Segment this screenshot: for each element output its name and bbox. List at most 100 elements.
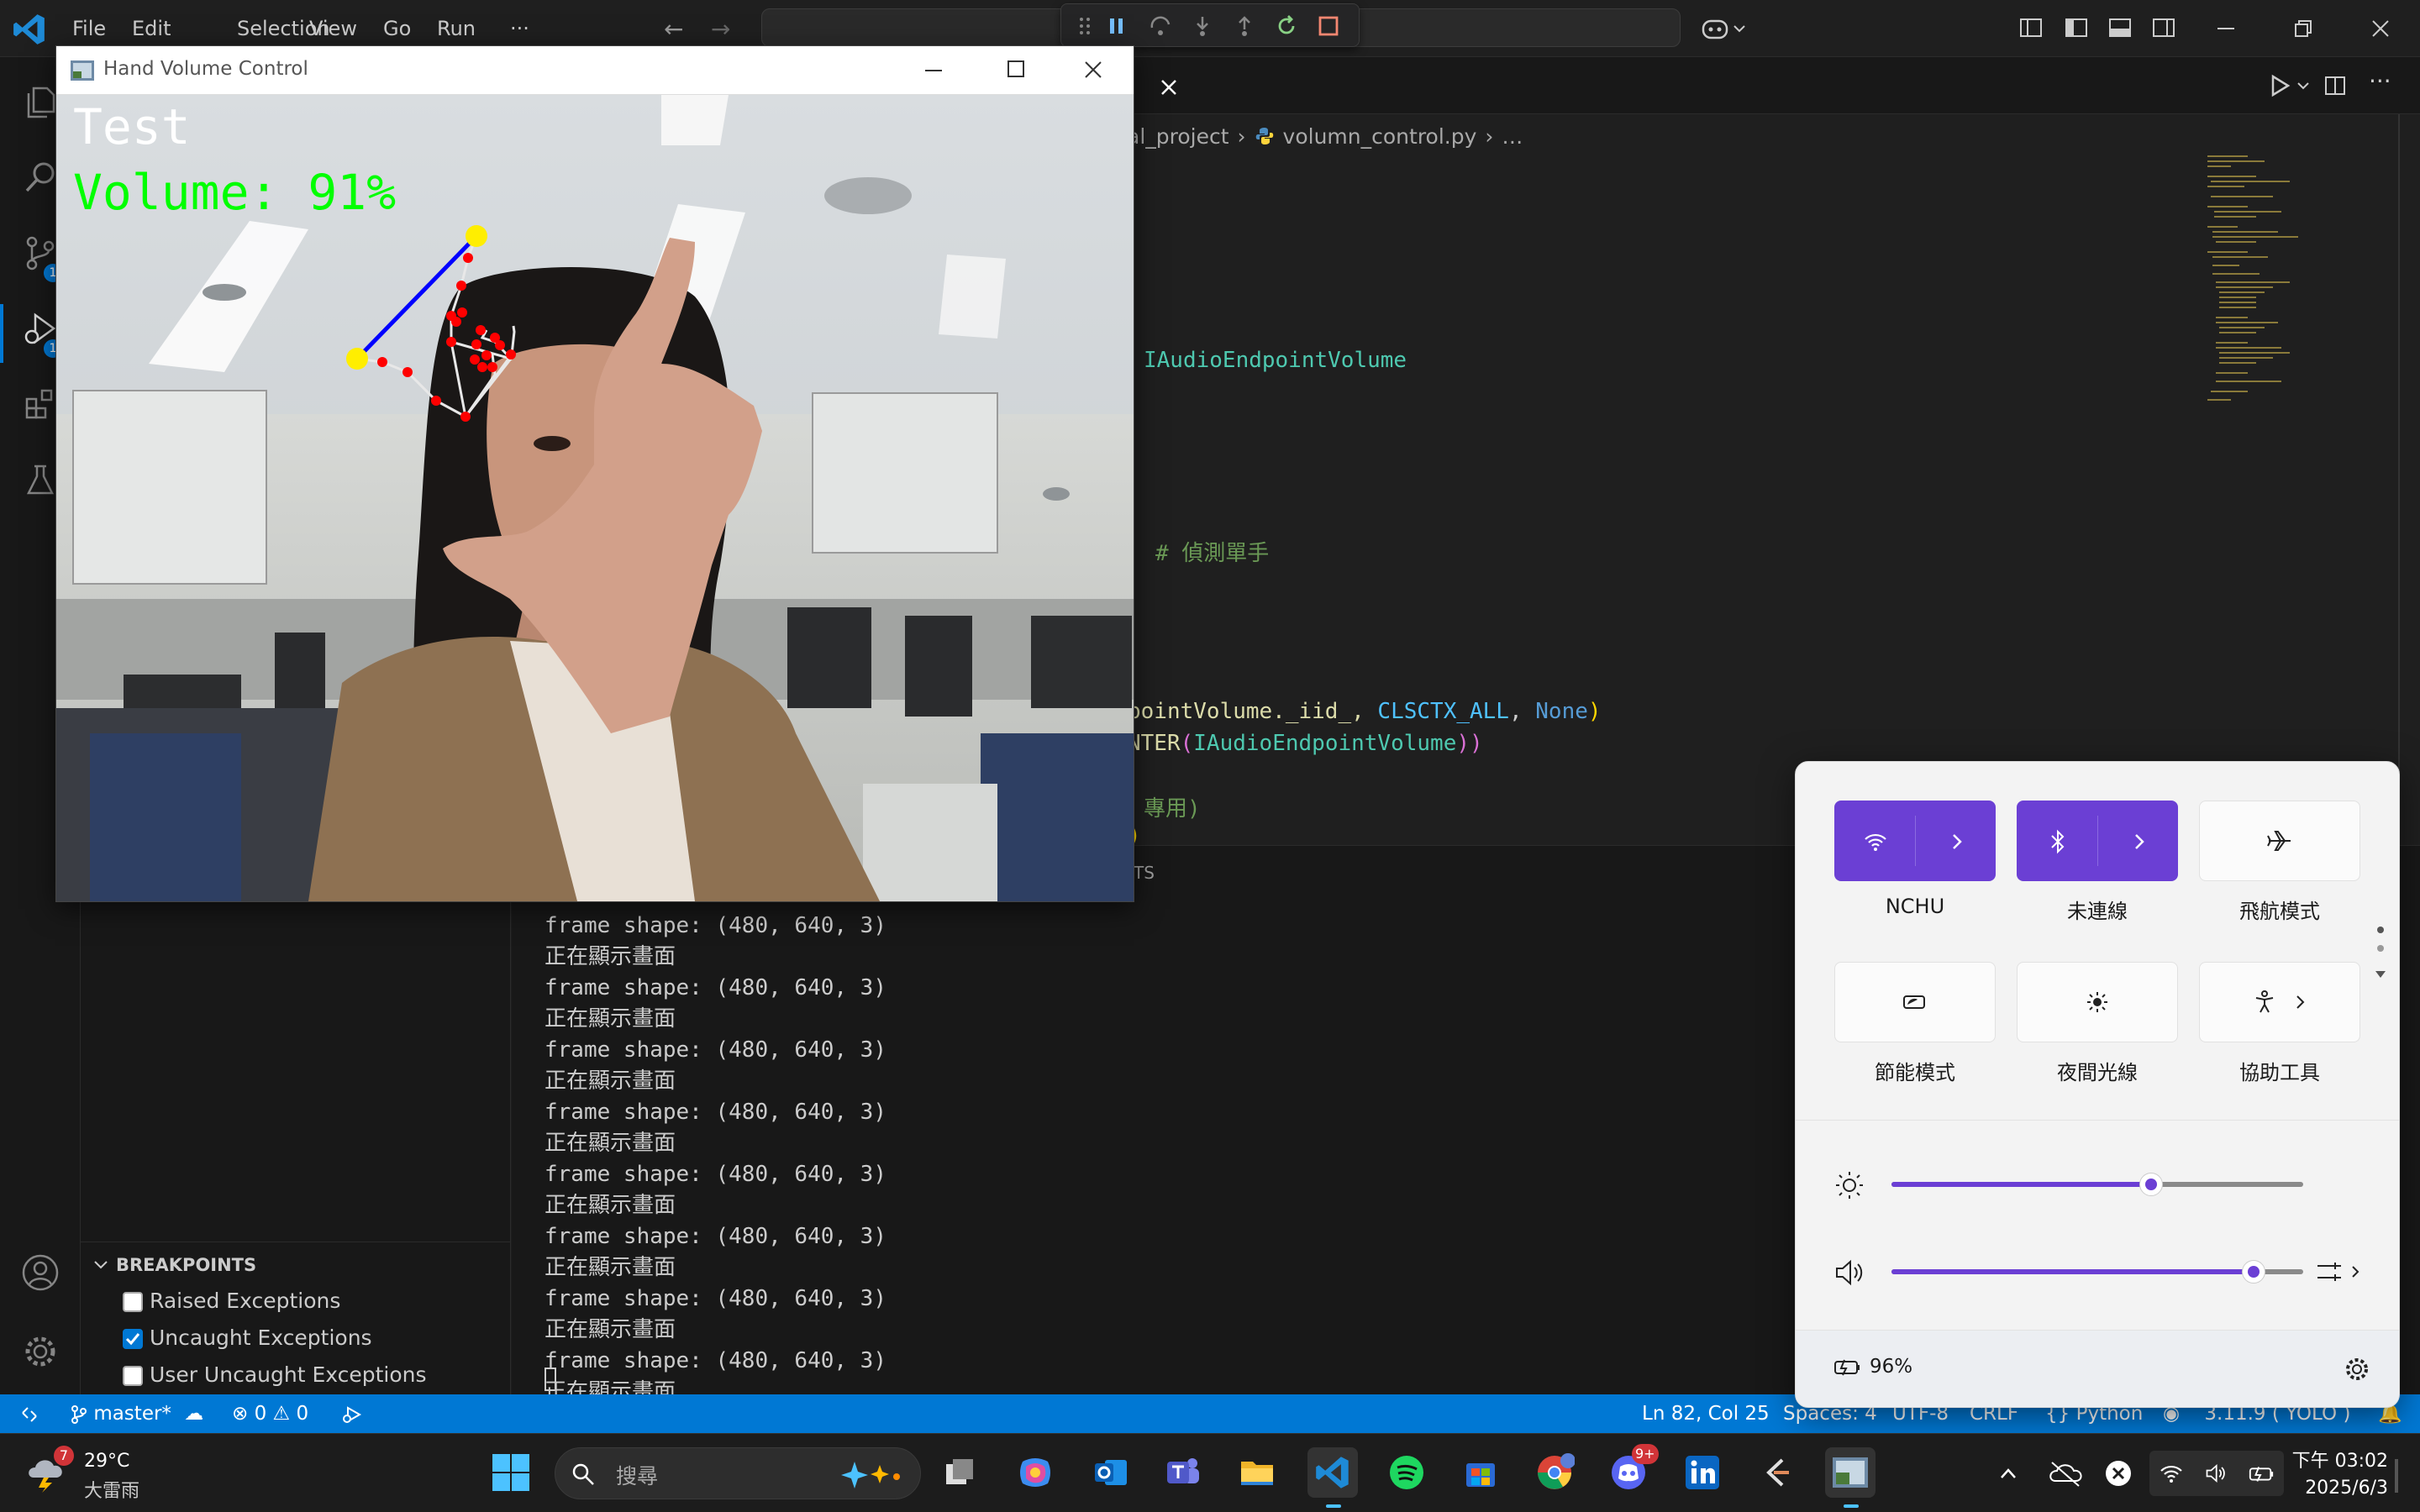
clock[interactable]: 下午 03:02 2025/6/3 <box>2291 1446 2388 1499</box>
step-over-icon[interactable] <box>1145 11 1176 41</box>
window-close-icon[interactable] <box>1083 60 1103 80</box>
back-arrow-icon[interactable]: ← <box>664 15 683 43</box>
airplane-mode-tile[interactable] <box>2199 801 2360 881</box>
tray-speaker-icon <box>2206 1463 2225 1483</box>
page-down-icon[interactable] <box>2374 969 2387 980</box>
page-dot[interactable] <box>2377 927 2384 933</box>
battery-status[interactable]: 96% <box>1833 1356 1912 1378</box>
start-button[interactable] <box>486 1447 536 1498</box>
accessibility-icon <box>2255 990 2274 1013</box>
code-token: CLSCTX_ALL <box>1377 699 1509 724</box>
drag-handle-icon[interactable] <box>1070 11 1100 41</box>
restart-icon[interactable] <box>1271 11 1302 41</box>
linkedin-icon[interactable] <box>1677 1447 1728 1498</box>
stop-icon[interactable] <box>1313 11 1344 41</box>
more-actions-icon[interactable]: ··· <box>2369 67 2391 95</box>
settings-gear-icon[interactable] <box>2344 1356 2370 1383</box>
code-token: )) <box>1456 731 1483 756</box>
wifi-tile[interactable] <box>1834 801 1996 881</box>
tab-close-icon[interactable] <box>1159 77 1179 97</box>
step-into-icon[interactable] <box>1187 11 1218 41</box>
copilot-app-icon[interactable] <box>1010 1447 1060 1498</box>
split-editor-icon[interactable] <box>2323 74 2347 97</box>
outlook-icon[interactable] <box>1086 1447 1136 1498</box>
toggle-primary-sidebar-icon[interactable] <box>2064 15 2089 44</box>
uncaught-exceptions-label: Uncaught Exceptions <box>150 1326 372 1350</box>
volume-slider-thumb[interactable] <box>2242 1260 2266 1284</box>
brightness-slider[interactable] <box>1891 1173 2303 1196</box>
volume-slider[interactable] <box>1891 1260 2303 1284</box>
scrollbar[interactable] <box>2398 114 2400 845</box>
minimap[interactable] <box>2197 148 2307 450</box>
breakpoints-header[interactable]: BREAKPOINTS <box>92 1250 496 1280</box>
window-maximize-icon[interactable] <box>1007 60 1024 77</box>
page-dot[interactable] <box>2377 945 2384 952</box>
sync-icon[interactable]: ☁ <box>184 1403 203 1425</box>
toggle-panel-icon[interactable] <box>2107 15 2133 44</box>
night-light-tile[interactable] <box>2017 962 2178 1042</box>
chrome-icon[interactable] <box>1529 1447 1580 1498</box>
raised-exceptions-checkbox[interactable] <box>123 1292 143 1312</box>
spotify-icon[interactable] <box>1381 1447 1432 1498</box>
terminal-line: 正在顯示畫面 <box>544 1255 676 1280</box>
taskbar-search[interactable]: 搜尋 <box>555 1447 921 1499</box>
battery-saver-tile[interactable] <box>1834 962 1996 1042</box>
accessibility-tile[interactable] <box>2199 962 2360 1042</box>
uncaught-exceptions-checkbox[interactable] <box>123 1329 143 1349</box>
terminal-output[interactable]: frame shape: (480, 640, 3) 正在顯示畫面 frame sh… <box>544 911 1805 1408</box>
onedrive-off-icon[interactable] <box>2049 1459 2082 1488</box>
cursor-position[interactable]: Ln 82, Col 25 <box>1630 1394 1781 1433</box>
show-hidden-icons-chevron-up-icon[interactable] <box>2000 1467 2017 1479</box>
code-token: pointVolume._iid_, <box>1128 699 1378 724</box>
windows-logo-icon <box>492 1454 529 1491</box>
terminal-line: frame shape: (480, 640, 3) <box>544 975 886 1000</box>
audio-output-button[interactable] <box>2315 1257 2360 1286</box>
error-count: 0 <box>254 1403 267 1425</box>
problems-indicator[interactable]: ⊗ 0 ⚠ 0 <box>220 1394 320 1433</box>
minimize-icon[interactable] <box>2188 0 2264 57</box>
task-view-icon[interactable] <box>934 1447 985 1498</box>
volume-percent-text: Volume: 91% <box>73 164 397 221</box>
restore-icon[interactable] <box>2265 0 2341 57</box>
brightness-slider-thumb[interactable] <box>2139 1173 2163 1196</box>
accessibility-chevron-right-icon <box>2296 995 2305 1009</box>
pause-icon[interactable] <box>1102 11 1132 41</box>
show-desktop[interactable] <box>2395 1459 2398 1493</box>
branch-indicator[interactable]: master* ☁ <box>59 1394 215 1433</box>
store-icon[interactable] <box>1455 1447 1506 1498</box>
breadcrumb-folder[interactable]: al_project <box>1127 124 1229 149</box>
user-uncaught-exceptions-checkbox[interactable] <box>123 1366 143 1386</box>
quick-settings-button[interactable] <box>2149 1451 2284 1496</box>
wifi-chevron-right-icon[interactable] <box>1949 832 1965 851</box>
accounts-icon[interactable] <box>0 1235 81 1310</box>
run-dropdown-chevron-icon[interactable] <box>2296 81 2310 91</box>
close-icon[interactable] <box>2343 0 2418 57</box>
customize-layout-icon[interactable] <box>2018 15 2044 44</box>
vscode-taskbar-icon[interactable] <box>1307 1447 1358 1498</box>
forward-arrow-icon[interactable]: → <box>711 15 730 43</box>
toggle-secondary-sidebar-icon[interactable] <box>2151 15 2176 44</box>
window-minimize-icon[interactable] <box>925 70 942 71</box>
audio-mixer-icon <box>2317 1263 2341 1281</box>
panel-tab-fragment[interactable]: TS <box>1134 863 1155 883</box>
code-token: None <box>1535 699 1588 724</box>
bluetooth-tile[interactable] <box>2017 801 2178 881</box>
breadcrumb-more[interactable]: … <box>1502 124 1523 149</box>
security-x-icon[interactable] <box>2104 1459 2133 1488</box>
python-window-icon[interactable] <box>1825 1447 1876 1498</box>
weather-widget[interactable]: 7 29°C 大雷雨 <box>25 1446 185 1502</box>
debug-launch-icon[interactable] <box>329 1394 375 1433</box>
claude-icon[interactable] <box>1751 1447 1802 1498</box>
file-explorer-icon[interactable] <box>1232 1447 1282 1498</box>
breadcrumb-file[interactable]: volumn_control.py <box>1283 124 1477 149</box>
teams-icon[interactable] <box>1158 1447 1208 1498</box>
run-file-icon[interactable] <box>2268 74 2291 97</box>
step-out-icon[interactable] <box>1229 11 1260 41</box>
copilot-icon[interactable] <box>1701 13 1754 44</box>
terminal-line: 正在顯示畫面 <box>544 1068 676 1094</box>
running-indicator <box>1844 1504 1859 1508</box>
manage-gear-icon[interactable] <box>0 1314 81 1389</box>
bluetooth-chevron-right-icon[interactable] <box>2131 832 2148 851</box>
remote-indicator-icon[interactable] <box>8 1394 50 1433</box>
window-title-bar[interactable]: Hand Volume Control <box>56 46 1134 95</box>
